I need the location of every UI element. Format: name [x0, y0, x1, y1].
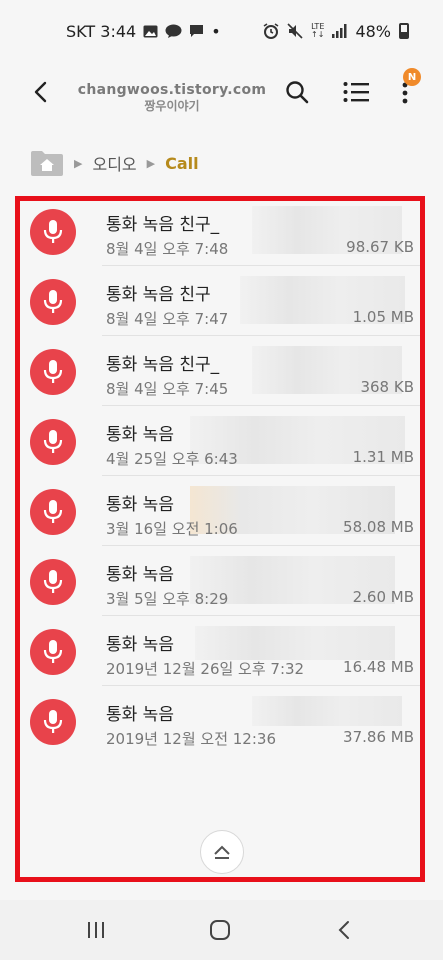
list-item[interactable]: 통화 녹음 4월 25일 오후 6:43 1.31 MB [20, 406, 422, 476]
scroll-to-top-button[interactable] [200, 830, 244, 874]
carrier-time: SKT 3:44 [66, 21, 137, 41]
battery-percent: 48% [355, 21, 391, 41]
list-item[interactable]: 통화 녹음 3월 16일 오전 1:06 58.08 MB [20, 476, 422, 546]
mic-icon [30, 419, 76, 465]
mic-icon [30, 489, 76, 535]
notification-badge: N [403, 68, 421, 86]
file-size: 37.86 MB [343, 728, 414, 746]
file-size: 98.67 KB [346, 238, 414, 256]
talk-icon [165, 24, 182, 39]
file-name: 통화 녹음 [106, 495, 174, 515]
file-size: 58.08 MB [343, 518, 414, 536]
redacted-area [252, 696, 402, 726]
breadcrumb: ▶ 오디오 ▶ Call [30, 146, 199, 180]
list-item[interactable]: 통화 녹음 2019년 12월 26일 오후 7:32 16.48 MB [20, 616, 422, 686]
app-bar: changwoos.tistory.com 짱우이야기 [0, 62, 443, 122]
recent-apps-button[interactable] [80, 914, 112, 946]
home-button[interactable] [30, 148, 64, 178]
file-size: 2.60 MB [352, 588, 414, 606]
mic-icon [30, 209, 76, 255]
message-icon [189, 24, 204, 38]
list-item[interactable]: 통화 녹음 친구_ 8월 4일 오후 7:45 368 KB [20, 336, 422, 406]
file-date: 8월 4일 오후 7:47 [106, 310, 229, 328]
search-button[interactable] [281, 76, 313, 108]
recent-apps-icon [88, 922, 104, 938]
breadcrumb-separator-icon: ▶ [74, 156, 83, 170]
list-item[interactable]: 통화 녹음 2019년 12월 오전 12:36 37.86 MB [20, 686, 422, 756]
file-date: 2019년 12월 26일 오후 7:32 [106, 660, 305, 678]
alarm-icon [263, 23, 279, 39]
back-arrow-icon [34, 81, 47, 103]
gallery-icon [143, 25, 158, 38]
file-name: 통화 녹음 친구_ [106, 215, 220, 235]
status-right: LTE ↑↓ 48% [263, 22, 409, 41]
file-size: 368 KB [360, 378, 414, 396]
watermark: changwoos.tistory.com 짱우이야기 [72, 82, 272, 114]
navigation-bar [0, 900, 443, 960]
breadcrumb-separator-icon: ▶ [146, 156, 156, 170]
file-size: 1.31 MB [352, 448, 414, 466]
file-size: 1.05 MB [352, 308, 414, 326]
chevron-up-icon [214, 845, 230, 859]
back-icon [338, 921, 349, 939]
battery-icon [399, 23, 409, 39]
status-bar: SKT 3:44 • LTE ↑↓ 48% [0, 0, 443, 62]
file-date: 8월 4일 오후 7:48 [106, 240, 229, 258]
home-nav-button[interactable] [204, 914, 236, 946]
file-list[interactable]: 통화 녹음 친구_ 8월 4일 오후 7:48 98.67 KB 통화 녹음 친… [20, 196, 422, 880]
file-name: 통화 녹음 [106, 635, 174, 655]
mute-icon [287, 23, 303, 39]
mic-icon [30, 279, 76, 325]
mic-icon [30, 699, 76, 745]
breadcrumb-call[interactable]: Call [165, 154, 199, 173]
lte-icon: LTE ↑↓ [311, 22, 325, 39]
file-size: 16.48 MB [343, 658, 414, 676]
watermark-text: changwoos.tistory.com [77, 82, 267, 98]
home-icon [210, 920, 230, 940]
file-name: 통화 녹음 친구_ [106, 355, 220, 375]
file-name: 통화 녹음 친구 [106, 285, 211, 305]
mic-icon [30, 629, 76, 675]
list-icon [343, 82, 369, 102]
file-date: 3월 5일 오후 8:29 [106, 590, 229, 608]
file-name: 통화 녹음 [106, 425, 174, 445]
signal-icon [332, 24, 347, 38]
list-item[interactable]: 통화 녹음 3월 5일 오후 8:29 2.60 MB [20, 546, 422, 616]
file-date: 4월 25일 오후 6:43 [106, 450, 238, 468]
file-date: 8월 4일 오후 7:45 [106, 380, 229, 398]
file-date: 3월 16일 오전 1:06 [106, 520, 238, 538]
file-name: 통화 녹음 [106, 705, 174, 725]
mic-icon [30, 559, 76, 605]
list-view-button[interactable] [340, 76, 372, 108]
list-item[interactable]: 통화 녹음 친구_ 8월 4일 오후 7:48 98.67 KB [20, 196, 422, 266]
list-item[interactable]: 통화 녹음 친구 8월 4일 오후 7:47 1.05 MB [20, 266, 422, 336]
redacted-area [195, 626, 395, 660]
mic-icon [30, 349, 76, 395]
back-button[interactable] [24, 76, 56, 108]
home-folder-icon [31, 151, 63, 176]
search-icon [286, 81, 309, 104]
file-name: 통화 녹음 [106, 565, 174, 585]
watermark-subtext: 짱우이야기 [144, 99, 200, 113]
breadcrumb-audio[interactable]: 오디오 [92, 151, 136, 175]
file-date: 2019년 12월 오전 12:36 [106, 730, 276, 748]
status-left: SKT 3:44 • [66, 22, 221, 41]
back-nav-button[interactable] [328, 914, 360, 946]
notification-dot: • [211, 21, 221, 41]
